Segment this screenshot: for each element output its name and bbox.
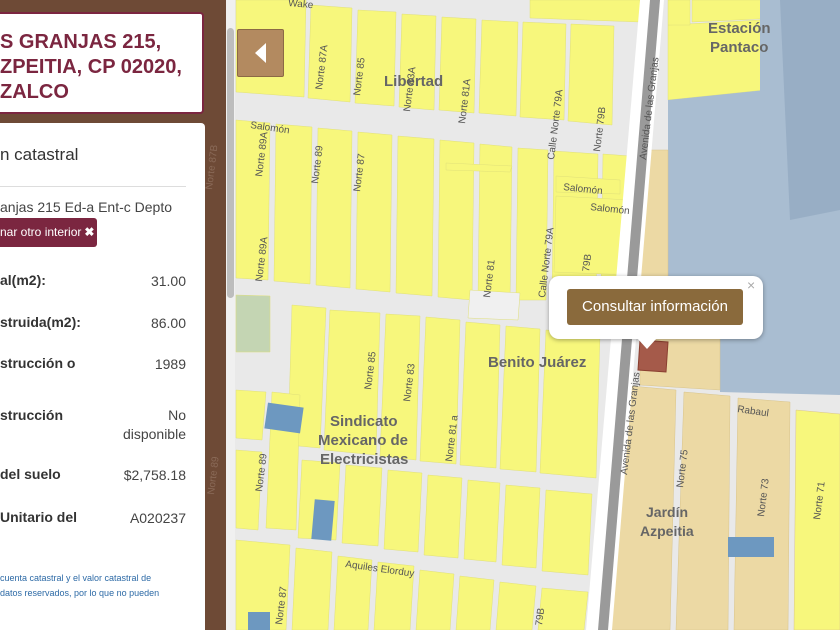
select-other-interior-label: nar otro interior [0,225,82,239]
consult-info-button[interactable]: Consultar información [567,289,743,325]
blue-parcel-1 [728,537,774,557]
street-norte-79b-low: 79B [534,607,547,626]
label-electricistas: Electricistas [320,451,408,468]
cadastral-info-card: n catastral anjas 215 Ed-a Ent-c Depto n… [0,123,205,630]
label-estacion: Estación [708,20,771,37]
row-value-construction-type-2: disponible [122,426,186,442]
card-title: n catastral [0,145,79,164]
label-sindicato: Sindicato [330,413,398,430]
label-benito-juarez: Benito Juárez [488,354,586,371]
address-header: S GRANJAS 215, ZPEITIA, CP 02020, ZALCO [0,12,204,114]
row-value-construction-year: 1989 [154,356,186,372]
card-divider [0,186,186,187]
blue-parcel-2 [264,402,304,434]
label-pantaco: Pantaco [710,39,768,56]
unit-address: anjas 215 Ed-a Ent-c Depto [0,199,172,215]
label-jardin: Jardín [646,504,688,520]
address-line-3: ZALCO [0,81,69,103]
row-label-built-area: struida(m2): [0,314,81,330]
row-value-land-value: $2,758.18 [123,467,186,483]
row-label-construction-type: strucción [0,407,64,423]
row-value-built-area: 86.00 [150,315,186,331]
label-mexicano: Mexicano de [318,432,408,449]
label-azpeitia: Azpeitia [640,523,694,539]
street-norte-79b-mid: 79B [581,253,594,272]
select-other-interior-button[interactable]: nar otro interior ✖ [0,218,97,247]
blue-parcel-4 [248,612,270,630]
left-panel: S GRANJAS 215, ZPEITIA, CP 02020, ZALCO … [0,0,226,630]
panel-scrollbar-thumb[interactable] [227,28,234,298]
address-line-2: ZPEITIA, CP 02020, [0,56,182,78]
disclaimer-line-2: datos reservados, por lo que no pueden [0,588,160,598]
chevron-left-icon [254,43,266,63]
popup-arrow [637,338,657,349]
row-label-construction-year: strucción o [0,355,76,371]
close-x-icon: ✖ [84,225,95,239]
disclaimer-note: cuenta catastral y el valor catastral de… [0,571,159,601]
disclaimer-line-1: cuenta catastral y el valor catastral de [0,573,152,583]
row-label-area: al(m2): [0,272,46,288]
row-value-construction-type-1: No [168,407,186,423]
collapse-panel-button[interactable] [237,29,284,77]
address-line-1: S GRANJAS 215, [0,31,162,53]
address-text: S GRANJAS 215, ZPEITIA, CP 02020, ZALCO [0,30,200,105]
row-value-area: 31.00 [150,273,186,289]
row-value-unit-value: A020237 [129,510,186,526]
row-label-land-value: del suelo [0,466,61,482]
row-label-unit-value: Unitario del [0,509,78,525]
blue-parcel-3 [311,499,335,541]
popup-close-icon[interactable]: × [747,277,755,293]
